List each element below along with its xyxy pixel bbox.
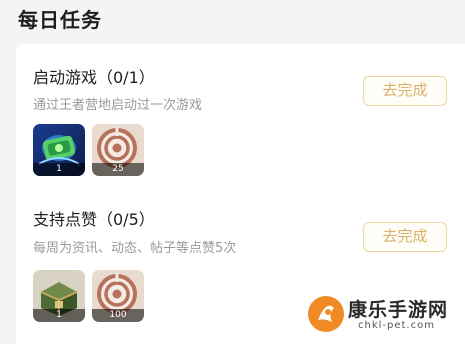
watermark-name: 康乐手游网 [348,299,449,321]
watermark-url: chkl-pet.com [358,320,435,331]
go-complete-button[interactable]: 去完成 [363,76,447,106]
reward-item[interactable]: 1 [33,124,85,176]
go-complete-button[interactable]: 去完成 [363,222,447,252]
reward-count: 25 [92,163,144,176]
task-description: 每周为资讯、动态、帖子等点赞5次 [33,241,237,256]
reward-item[interactable]: 1 [33,270,85,322]
reward-count: 1 [33,163,85,176]
reward-item[interactable]: 100 [92,270,144,322]
reward-count: 100 [92,309,144,322]
task-description: 通过王者营地启动过一次游戏 [33,98,203,113]
watermark: 康乐手游网 chkl-pet.com [306,293,465,337]
reward-count: 1 [33,309,85,322]
page-title: 每日任务 [18,8,102,32]
task-title: 启动游戏（0/1） [33,68,155,87]
task-title: 支持点赞（0/5） [33,210,155,229]
watermark-logo-icon [306,294,346,338]
reward-item[interactable]: 25 [92,124,144,176]
